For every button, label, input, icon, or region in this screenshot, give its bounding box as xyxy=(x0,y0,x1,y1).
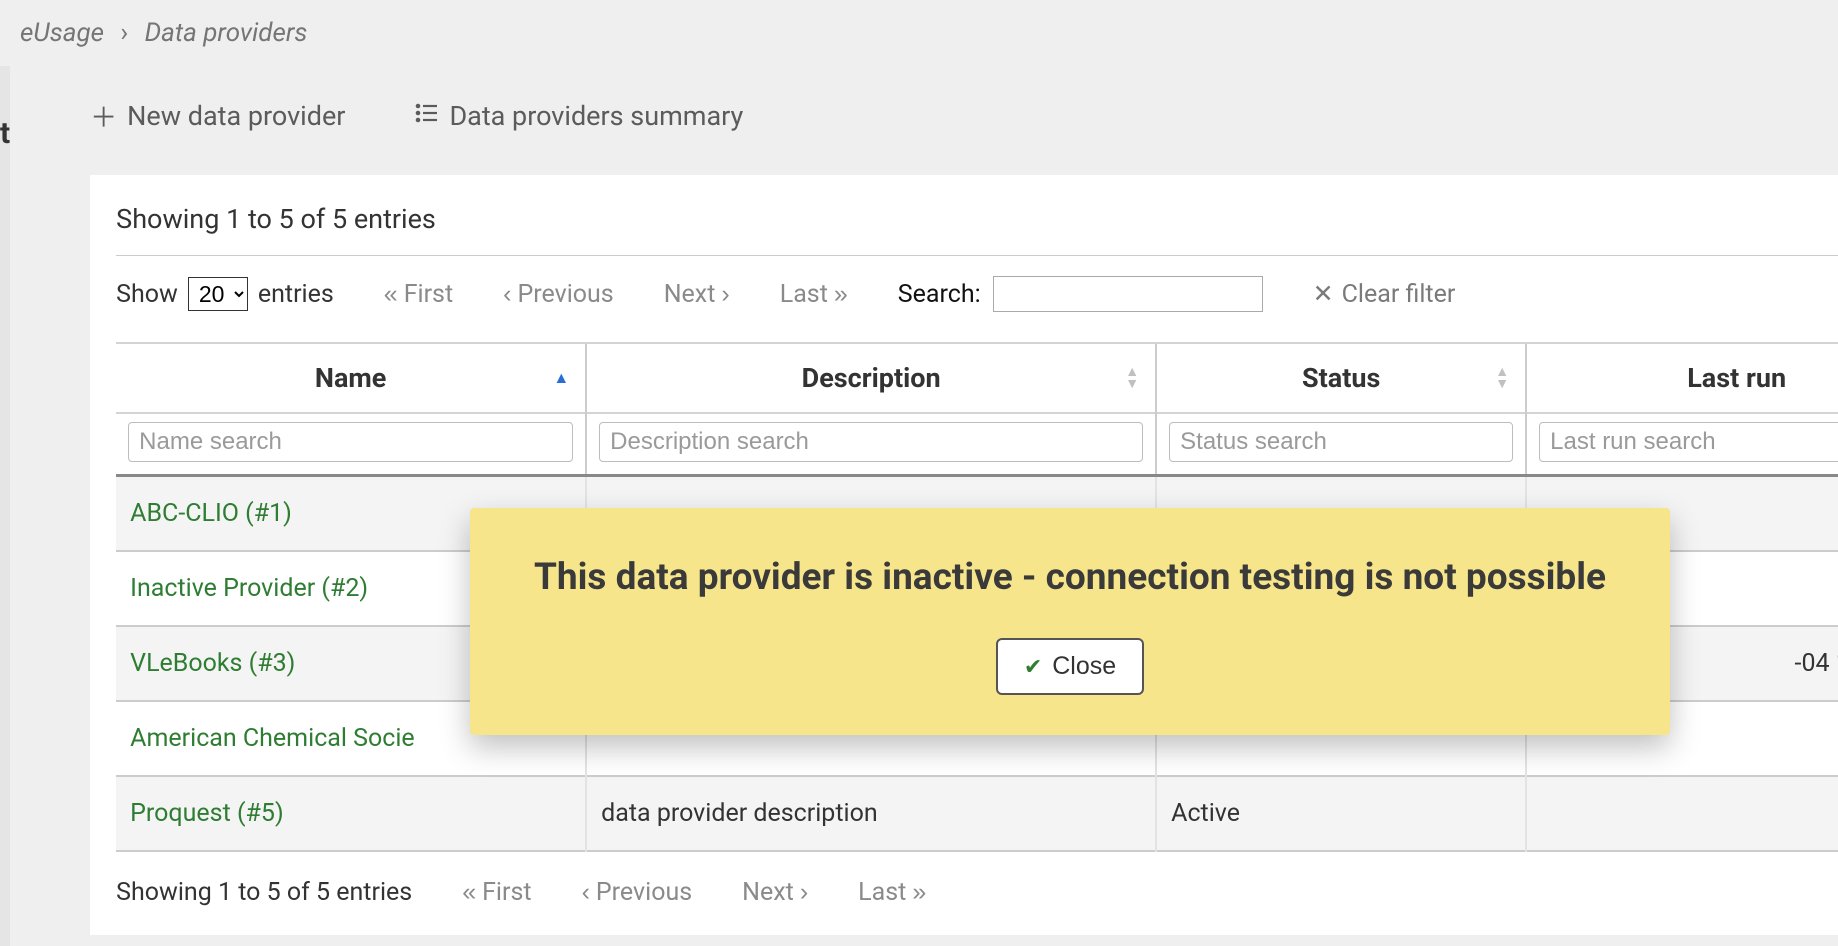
col-header-status-label: Status xyxy=(1302,362,1380,394)
provider-link[interactable]: Proquest (#5) xyxy=(130,799,284,828)
sort-asc-icon: ▲ xyxy=(553,373,569,383)
close-icon: ✕ xyxy=(1313,279,1334,309)
plus-icon: ＋ xyxy=(90,96,117,135)
col-header-name[interactable]: Name ▲ xyxy=(116,343,586,413)
alert-dialog: This data provider is inactive - connect… xyxy=(470,508,1670,735)
page-next-label: Next xyxy=(742,878,794,907)
search-label: Search: xyxy=(898,280,981,309)
new-data-provider-label: New data provider xyxy=(127,100,345,132)
provider-link[interactable]: VLeBooks (#3) xyxy=(130,649,295,678)
page-first-label: First xyxy=(482,878,531,907)
breadcrumb: eUsage › Data providers xyxy=(0,0,1838,66)
chevron-left-icon: ‹ xyxy=(503,280,511,309)
list-icon xyxy=(415,100,439,132)
page-next-button-bottom[interactable]: Next › xyxy=(742,878,808,907)
chevron-right-icon: › xyxy=(800,878,808,907)
page-length-select[interactable]: 20 xyxy=(188,277,248,311)
double-chevron-right-icon: » xyxy=(834,280,848,309)
provider-link[interactable]: ABC-CLIO (#1) xyxy=(130,499,292,528)
summary-label: Data providers summary xyxy=(449,100,743,132)
double-chevron-left-icon: « xyxy=(384,280,398,309)
chevron-left-icon: ‹ xyxy=(582,878,590,907)
close-button[interactable]: ✔ Close xyxy=(996,638,1144,695)
page-next-label: Next xyxy=(664,280,716,309)
page-length: Show 20 entries xyxy=(116,277,334,311)
alert-title: This data provider is inactive - connect… xyxy=(530,554,1610,602)
provider-link[interactable]: American Chemical Socie xyxy=(130,724,415,753)
col-header-status[interactable]: Status ▲▼ xyxy=(1156,343,1526,413)
length-show-label: Show xyxy=(116,280,178,309)
entries-info-top: Showing 1 to 5 of 5 entries xyxy=(116,203,1838,256)
page-previous-button-bottom[interactable]: ‹ Previous xyxy=(582,878,693,907)
breadcrumb-root[interactable]: eUsage xyxy=(20,18,104,48)
data-providers-summary-button[interactable]: Data providers summary xyxy=(415,100,743,132)
page-first-label: First xyxy=(404,280,453,309)
page-last-label: Last xyxy=(858,878,906,907)
page-previous-label: Previous xyxy=(517,280,613,309)
col-header-description[interactable]: Description ▲▼ xyxy=(586,343,1156,413)
filter-description-input[interactable] xyxy=(599,422,1143,462)
col-header-description-label: Description xyxy=(802,362,941,394)
page-first-button[interactable]: « First xyxy=(384,280,453,309)
entries-info-bottom: Showing 1 to 5 of 5 entries xyxy=(116,878,412,907)
page-next-button[interactable]: Next › xyxy=(664,280,730,309)
filter-lastrun-input[interactable] xyxy=(1539,422,1838,462)
page-previous-label: Previous xyxy=(596,878,692,907)
cell-status: Active xyxy=(1156,776,1526,851)
page-first-button-bottom[interactable]: « First xyxy=(462,878,531,907)
sort-icon: ▲▼ xyxy=(1495,367,1509,389)
page-last-button[interactable]: Last » xyxy=(780,280,848,309)
search-group: Search: xyxy=(898,276,1263,312)
page-last-button-bottom[interactable]: Last » xyxy=(858,878,926,907)
chevron-right-icon: › xyxy=(721,280,729,309)
filter-status-input[interactable] xyxy=(1169,422,1513,462)
close-button-label: Close xyxy=(1052,652,1116,681)
search-input[interactable] xyxy=(993,276,1263,312)
double-chevron-right-icon: » xyxy=(912,878,926,907)
col-header-lastrun[interactable]: Last run ▲▼ xyxy=(1526,343,1838,413)
page-last-label: Last xyxy=(780,280,828,309)
breadcrumb-separator-icon: › xyxy=(120,18,128,48)
provider-link[interactable]: Inactive Provider (#2) xyxy=(130,574,368,603)
datatable-bottom: Showing 1 to 5 of 5 entries « First ‹ Pr… xyxy=(116,852,1838,907)
check-icon: ✔ xyxy=(1024,654,1042,680)
datatable-controls: Show 20 entries « First ‹ Prev xyxy=(116,276,1838,312)
page-toolbar: ＋ New data provider Data providers summa… xyxy=(90,66,1838,175)
filter-name-input[interactable] xyxy=(128,422,573,462)
sort-icon: ▲▼ xyxy=(1125,367,1139,389)
cell-description: data provider description xyxy=(586,776,1156,851)
clear-filter-label: Clear filter xyxy=(1342,280,1456,309)
page-previous-button[interactable]: ‹ Previous xyxy=(503,280,614,309)
sidebar-item[interactable]: t xyxy=(0,116,10,151)
length-entries-label: entries xyxy=(258,280,334,309)
new-data-provider-button[interactable]: ＋ New data provider xyxy=(90,96,345,135)
col-header-lastrun-label: Last run xyxy=(1687,362,1786,394)
clear-filter-button[interactable]: ✕ Clear filter xyxy=(1313,279,1456,309)
sidebar: t xyxy=(0,66,10,946)
col-header-name-label: Name xyxy=(315,362,386,394)
table-row: Proquest (#5) data provider description … xyxy=(116,776,1838,851)
breadcrumb-current: Data providers xyxy=(145,18,308,48)
pagination-top: « First ‹ Previous Next › Last xyxy=(384,280,848,309)
double-chevron-left-icon: « xyxy=(462,878,476,907)
cell-lastrun xyxy=(1526,776,1838,851)
